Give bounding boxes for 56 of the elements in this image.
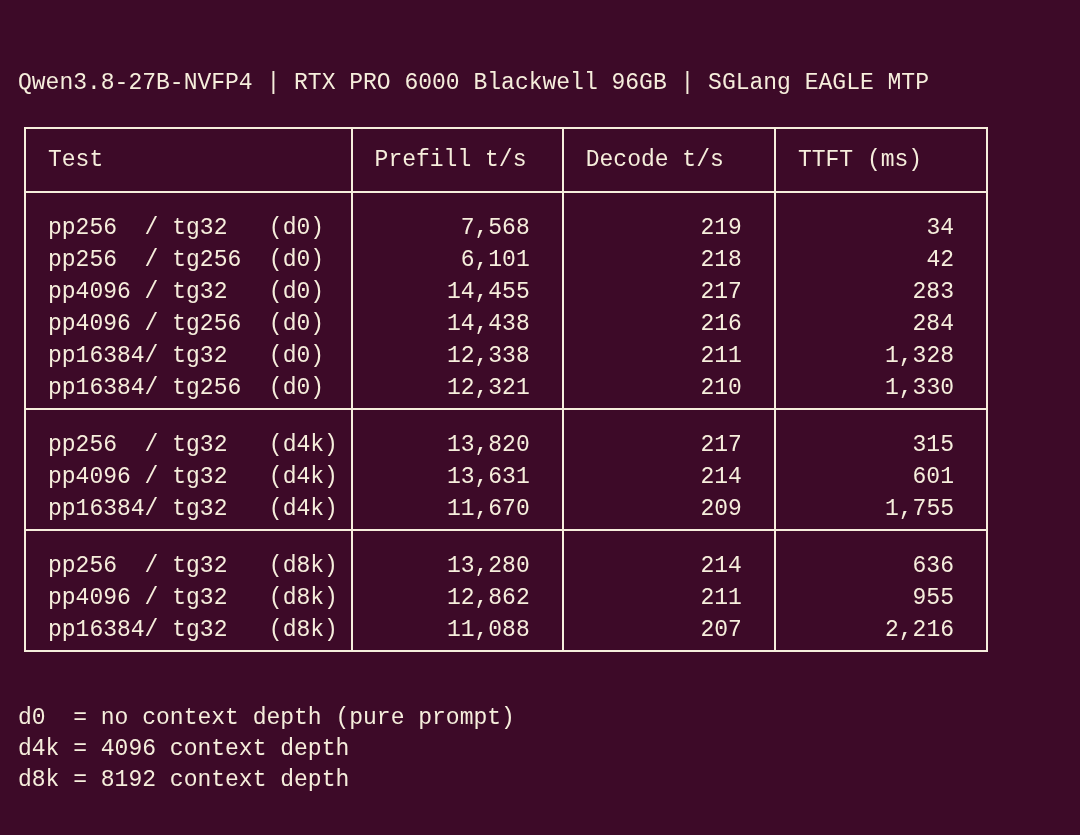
table-cell-text: pp4096 / tg32 (d8k)	[48, 584, 338, 613]
table-cell-text: 216	[700, 310, 742, 339]
table-cell-text: pp16384/ tg32 (d4k)	[48, 495, 338, 524]
table-cell-text: pp16384/ tg32 (d8k)	[48, 616, 338, 645]
table-cell-text: 12,321	[446, 374, 530, 403]
table-cell-text: 6,101	[460, 246, 530, 275]
output-title: Qwen3.8-27B-NVFP4 | RTX PRO 6000 Blackwell 96GB | SGLang EAGLE MTP	[17, 69, 930, 98]
table-cell-text: pp4096 / tg32 (d4k)	[48, 463, 338, 492]
table-cell-text: 14,438	[446, 310, 530, 339]
table-cell-text: 11,670	[446, 495, 530, 524]
table-cell-text: 601	[912, 463, 954, 492]
table-cell-text: 12,338	[446, 342, 530, 371]
table-cell-text: 1,328	[884, 342, 954, 371]
table-cell-text: 1,755	[884, 495, 954, 524]
column-header: Prefill t/s	[374, 146, 527, 175]
table-cell-text: 13,280	[446, 552, 530, 581]
table-cell-text: 214	[700, 463, 742, 492]
table-cell-text: 217	[700, 278, 742, 307]
column-header: TTFT (ms)	[797, 146, 923, 175]
table-cell-text: 210	[700, 374, 742, 403]
legend-line: d0 = no context depth (pure prompt)	[18, 704, 515, 733]
table-cell-text: pp16384/ tg256 (d0)	[48, 374, 325, 403]
table-cell-text: 7,568	[460, 214, 530, 243]
table-cell-text: 2,216	[884, 616, 954, 645]
table-cell-text: 34	[926, 214, 954, 243]
table-cell-text: 218	[700, 246, 742, 275]
table-cell-text: pp256 / tg32 (d0)	[48, 214, 325, 243]
table-cell-text: 217	[700, 431, 742, 460]
table-cell-text: pp256 / tg32 (d8k)	[48, 552, 338, 581]
legend-line: d4k = 4096 context depth	[18, 735, 350, 764]
column-header: Decode t/s	[585, 146, 724, 175]
table-cell-text: 13,631	[446, 463, 530, 492]
table-cell-text: 42	[926, 246, 954, 275]
table-cell-text: 207	[700, 616, 742, 645]
legend-line: d8k = 8192 context depth	[18, 766, 350, 795]
table-cell-text: 14,455	[446, 278, 530, 307]
table-cell-text: pp4096 / tg256 (d0)	[48, 310, 325, 339]
table-cell-text: 284	[912, 310, 954, 339]
table-cell-text: pp256 / tg256 (d0)	[48, 246, 325, 275]
table-cell-text: 283	[912, 278, 954, 307]
table-cell-text: pp16384/ tg32 (d0)	[48, 342, 325, 371]
table-cell-text: 13,820	[446, 431, 530, 460]
table-cell-text: 214	[700, 552, 742, 581]
table-cell-text: pp256 / tg32 (d4k)	[48, 431, 338, 460]
table-cell-text: 1,330	[884, 374, 954, 403]
table-cell-text: 209	[700, 495, 742, 524]
table-cell-text: 11,088	[446, 616, 530, 645]
table-cell-text: 219	[700, 214, 742, 243]
column-header: Test	[48, 146, 104, 175]
table-cell-text: 955	[912, 584, 954, 613]
table-cell-text: 315	[912, 431, 954, 460]
table-cell-text: 636	[912, 552, 954, 581]
table-cell-text: 211	[700, 342, 742, 371]
table-cell-text: 12,862	[446, 584, 530, 613]
table-cell-text: pp4096 / tg32 (d0)	[48, 278, 325, 307]
table-cell-text: 211	[700, 584, 742, 613]
